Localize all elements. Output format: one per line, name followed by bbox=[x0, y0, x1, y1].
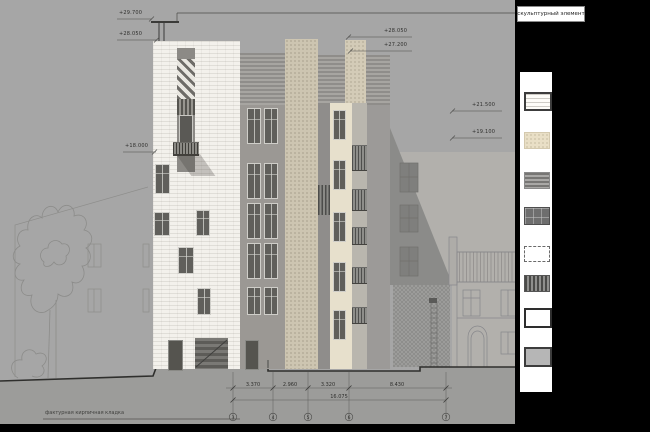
legend-swatch-metal-grille bbox=[524, 275, 550, 292]
legend-swatch-white-textured-brick bbox=[524, 92, 552, 111]
dimension-segment-label: 2.960 bbox=[283, 382, 297, 388]
legend-swatch-gray-panel bbox=[524, 347, 552, 367]
elevation-mark-parapet-right: +27.200 bbox=[384, 42, 407, 48]
callout-label-box: скульптурный элемент bbox=[517, 6, 585, 22]
legend-swatch-white-panel bbox=[524, 308, 552, 328]
axis-numbers: 3 4 5 6 7 bbox=[232, 415, 448, 421]
axis-number: 3 bbox=[232, 415, 235, 421]
roof-ornament bbox=[151, 22, 179, 41]
callout-label-text: скульптурный элемент bbox=[517, 11, 584, 17]
legend-swatch-dark-tile-grid bbox=[524, 207, 550, 225]
elevation-mark-spire: +29.700 bbox=[119, 10, 142, 16]
dimension-total-label: 16.075 bbox=[330, 394, 348, 400]
material-legend bbox=[520, 72, 552, 392]
elevation-drawing-sheet: 3.370 2.960 3.320 8.430 16.075 3 4 5 6 7… bbox=[0, 0, 650, 432]
elevation-mark-ledge-right: +21.500 bbox=[472, 102, 495, 108]
garage-ramp-line bbox=[196, 340, 227, 367]
dimension-segment-label: 3.370 bbox=[246, 382, 260, 388]
elevation-mark-mid-left: +18.000 bbox=[125, 143, 148, 149]
dimension-labels: 3.370 2.960 3.320 8.430 16.075 bbox=[246, 382, 404, 400]
masonry-note: фактурная кирпичная кладка bbox=[45, 410, 124, 416]
axis-number: 4 bbox=[272, 415, 275, 421]
legend-swatch-horizontal-louvers bbox=[524, 172, 550, 189]
axis-bubbles bbox=[229, 413, 450, 421]
legend-swatch-beige-plaster bbox=[524, 132, 550, 149]
elevation-marker-lines bbox=[117, 17, 502, 155]
axis-number: 7 bbox=[445, 415, 448, 421]
bottom-bar bbox=[0, 424, 650, 432]
elevation-mark-roof-left: +28.050 bbox=[119, 31, 142, 37]
callout-leader-line bbox=[177, 13, 515, 21]
elevation-mark-lower-right: +19.100 bbox=[472, 129, 495, 135]
axis-number: 5 bbox=[307, 415, 310, 421]
dimension-segment-label: 3.320 bbox=[321, 382, 335, 388]
legend-swatch-dashed-hidden-contour bbox=[524, 246, 550, 262]
elevation-mark-roof-right: +28.050 bbox=[384, 28, 407, 34]
axis-number: 6 bbox=[348, 415, 351, 421]
dimension-segment-label: 8.430 bbox=[390, 382, 404, 388]
